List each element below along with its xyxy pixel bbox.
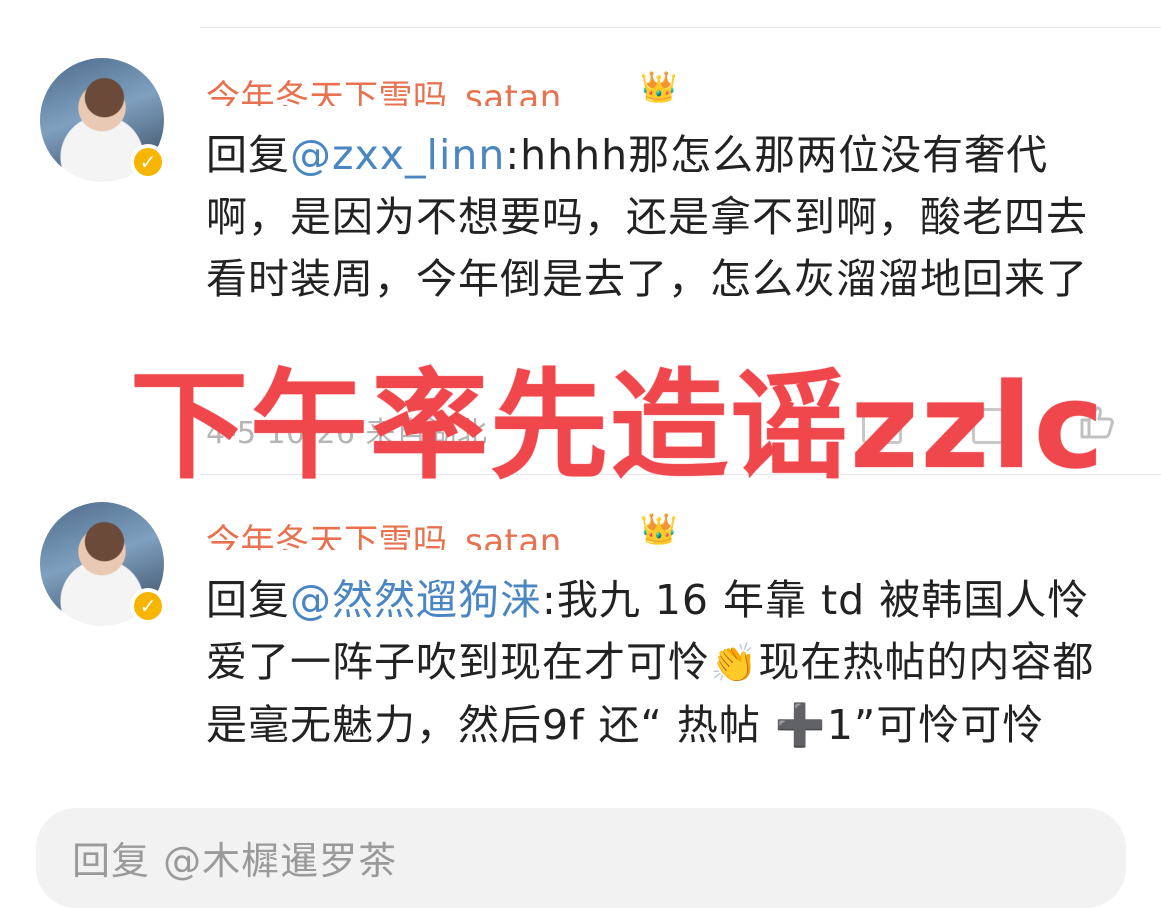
crown-icon: 👑 <box>640 512 678 547</box>
reply-prefix: 回复 <box>206 131 290 179</box>
comment-username[interactable]: 今年冬天下雪吗_satan <box>206 514 562 550</box>
clapping-hands-icon: 👏 <box>710 641 759 685</box>
comment-body: 回复@zxx_linn:hhhh那怎么那两位没有奢代啊，是因为不想要吗，还是拿不… <box>206 124 1116 310</box>
scroll-fade <box>0 760 1161 800</box>
avatar[interactable]: ✓ <box>40 502 166 626</box>
mention-link[interactable]: @然然遛狗涞 <box>290 576 542 624</box>
crown-icon: 👑 <box>640 70 678 105</box>
comment-body: 回复@然然遛狗涞:我九 16 年靠 td 被韩国人怜爱了一阵子吹到现在才可怜👏现… <box>206 569 1116 789</box>
reply-input-placeholder[interactable]: 回复 @木樨暹罗茶 <box>72 830 397 885</box>
comment-username[interactable]: 今年冬天下雪吗_satan <box>206 70 562 106</box>
avatar[interactable]: ✓ <box>40 58 166 182</box>
top-divider <box>200 27 1161 28</box>
watermark-overlay: 下午率先造谣zzlc <box>130 357 1106 495</box>
verified-badge-icon: ✓ <box>130 588 166 624</box>
reply-input-bar[interactable]: 回复 @木樨暹罗茶 <box>36 808 1126 908</box>
verified-badge-icon: ✓ <box>130 144 166 180</box>
reply-prefix: 回复 <box>206 576 290 624</box>
mention-link[interactable]: @zxx_linn <box>290 131 505 179</box>
